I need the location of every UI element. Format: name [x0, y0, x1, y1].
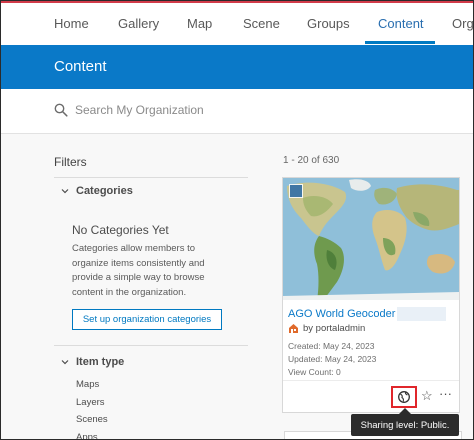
- select-checkbox[interactable]: [289, 184, 303, 198]
- created-date: Created: May 24, 2023: [288, 341, 375, 351]
- card-action-divider: [283, 380, 459, 381]
- updated-date: Updated: May 24, 2023: [288, 354, 377, 364]
- search-input[interactable]: [75, 101, 425, 119]
- world-map-thumbnail: [283, 178, 459, 300]
- page-title: Content: [54, 58, 107, 75]
- nav-groups[interactable]: Groups: [307, 16, 350, 31]
- top-navigation: Home Gallery Map Scene Groups Content Or…: [1, 1, 473, 46]
- filters-divider: [54, 177, 248, 178]
- item-thumbnail[interactable]: [283, 178, 459, 300]
- nav-content[interactable]: Content: [378, 16, 424, 31]
- search-icon: [54, 103, 68, 117]
- item-card[interactable]: AGO World Geocoder by portaladmin Create…: [282, 177, 460, 413]
- title-highlight: [397, 307, 446, 321]
- item-type-apps[interactable]: Apps: [76, 432, 108, 440]
- item-owner: by portaladmin: [288, 323, 365, 334]
- filters-heading: Filters: [54, 155, 87, 169]
- item-type-divider: [54, 345, 248, 346]
- chevron-down-icon: [61, 360, 69, 365]
- owner-label[interactable]: by portaladmin: [303, 323, 365, 334]
- item-type-toggle[interactable]: Item type: [60, 356, 124, 368]
- item-type-maps[interactable]: Maps: [76, 379, 108, 397]
- favorite-star-icon[interactable]: ☆: [421, 388, 433, 404]
- top-accent-line: [1, 1, 473, 3]
- chevron-down-icon: [61, 189, 69, 194]
- categories-toggle[interactable]: Categories: [60, 185, 133, 197]
- results-count: 1 - 20 of 630: [283, 155, 340, 166]
- sharing-tooltip: Sharing level: Public.: [351, 414, 459, 436]
- setup-categories-button[interactable]: Set up organization categories: [72, 309, 222, 330]
- item-type-layers[interactable]: Layers: [76, 397, 108, 415]
- sharing-level-button[interactable]: [391, 386, 417, 408]
- view-count: View Count: 0: [288, 367, 341, 377]
- item-type-list: Maps Layers Scenes Apps: [76, 379, 108, 440]
- search-bar: [1, 89, 473, 134]
- globe-share-icon: [398, 391, 410, 403]
- nav-map[interactable]: Map: [187, 16, 212, 31]
- nav-home[interactable]: Home: [54, 16, 89, 31]
- item-title-link[interactable]: AGO World Geocoder: [288, 308, 395, 320]
- categories-description: Categories allow members to organize ite…: [72, 243, 205, 298]
- nav-organization[interactable]: Orga: [452, 16, 473, 31]
- nav-scene[interactable]: Scene: [243, 16, 280, 31]
- organization-icon: [289, 324, 298, 333]
- nav-gallery[interactable]: Gallery: [118, 16, 159, 31]
- item-type-scenes[interactable]: Scenes: [76, 414, 108, 432]
- active-tab-indicator: [365, 41, 435, 44]
- categories-label: Categories: [76, 185, 133, 197]
- more-options-icon[interactable]: ···: [439, 386, 452, 401]
- item-type-label: Item type: [76, 356, 125, 368]
- no-categories-title: No Categories Yet: [72, 223, 169, 237]
- app-window: Home Gallery Map Scene Groups Content Or…: [0, 0, 474, 440]
- content-header: Content: [1, 45, 473, 89]
